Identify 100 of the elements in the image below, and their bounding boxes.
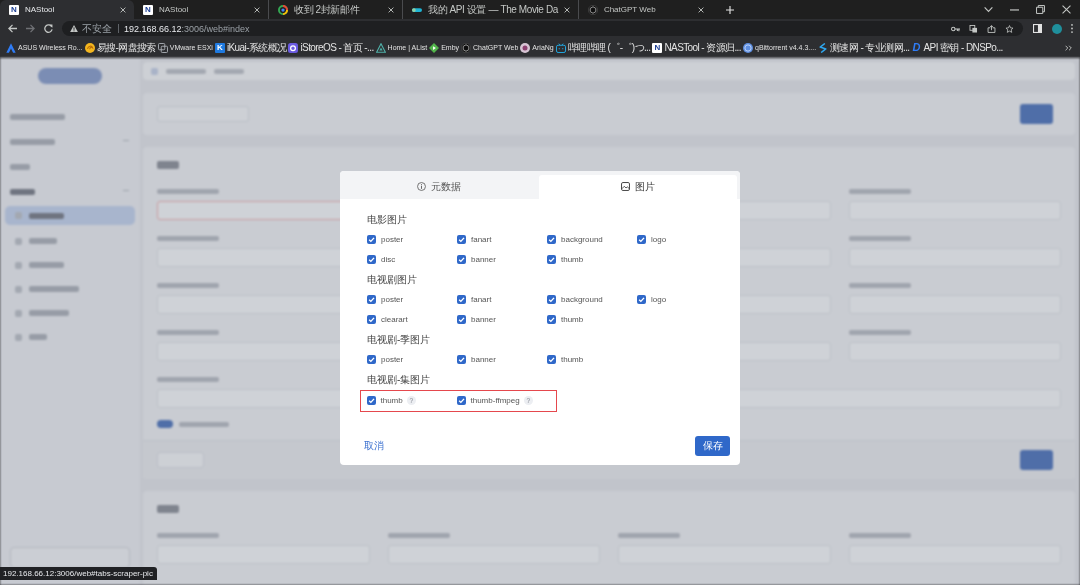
close-icon[interactable]	[1062, 5, 1071, 14]
dialog-tab[interactable]: 图片	[538, 174, 737, 199]
reload-icon[interactable]	[44, 24, 53, 33]
checkbox-label[interactable]: thumb-ffmpeg	[470, 396, 520, 405]
translate-icon[interactable]	[969, 24, 978, 33]
checkbox[interactable]	[547, 255, 556, 264]
checkbox[interactable]	[547, 315, 556, 324]
swirl-logo-icon	[84, 42, 95, 53]
checkbox-label[interactable]: banner	[471, 355, 496, 364]
close-icon[interactable]	[563, 6, 570, 13]
close-icon[interactable]	[120, 6, 126, 13]
checkbox-label[interactable]: logo	[651, 235, 667, 244]
share-icon[interactable]	[987, 24, 996, 33]
checkbox[interactable]	[547, 235, 556, 244]
bookmark[interactable]: 测速网 - 专业测网...	[817, 39, 911, 56]
url-text[interactable]: 192.168.66.12:3006/web#index	[124, 23, 250, 34]
cancel-link[interactable]: 取消	[364, 438, 384, 453]
checkbox[interactable]	[457, 255, 466, 264]
checkbox-label[interactable]: disc	[381, 255, 396, 264]
checkbox[interactable]	[637, 235, 646, 244]
star-icon[interactable]	[1005, 24, 1014, 33]
bookmark[interactable]: N NASTool - 资源归...	[651, 39, 742, 56]
double-chevron-icon[interactable]	[1065, 44, 1072, 51]
triangle-logo-icon	[375, 42, 386, 53]
checkbox-label[interactable]: poster	[381, 235, 404, 244]
bar-logo-icon	[412, 7, 422, 12]
checkbox[interactable]	[457, 235, 466, 244]
checkbox[interactable]	[367, 295, 376, 304]
checkbox-label[interactable]: logo	[651, 295, 667, 304]
dialog-tab[interactable]: 元数据	[340, 174, 539, 199]
chevron-down-icon[interactable]	[984, 5, 993, 14]
ring-tile-icon	[288, 42, 299, 53]
hexagon-logo-icon	[587, 4, 598, 15]
tv-icon	[555, 42, 566, 53]
section-title: 电视剧图片	[367, 272, 418, 287]
disc-logo-icon	[743, 42, 753, 53]
letter-logo-icon: N	[143, 4, 153, 15]
checkbox[interactable]	[457, 295, 466, 304]
chevron-logo-icon	[6, 42, 16, 53]
checkbox-label[interactable]: background	[561, 235, 603, 244]
checkbox-label[interactable]: poster	[381, 295, 404, 304]
checkbox-label[interactable]: poster	[381, 355, 404, 364]
checkbox-label[interactable]: banner	[471, 315, 496, 324]
play-logo-icon	[429, 42, 440, 53]
checkbox[interactable]	[456, 396, 466, 405]
bolt-logo-icon	[818, 42, 829, 53]
back-arrow-icon[interactable]	[8, 24, 17, 33]
section-title: 电影图片	[367, 212, 408, 227]
checkbox[interactable]	[637, 295, 646, 304]
forward-arrow-icon[interactable]	[26, 24, 35, 33]
checkbox[interactable]	[367, 235, 376, 244]
orb-logo-icon	[520, 42, 531, 53]
security-label[interactable]: 不安全	[82, 21, 112, 36]
letter-logo-icon: D	[911, 42, 922, 53]
new-tab-icon[interactable]	[725, 5, 734, 14]
checkbox-label[interactable]: thumb	[561, 315, 584, 324]
image-icon	[620, 182, 630, 191]
checkbox[interactable]	[457, 355, 466, 364]
checkbox[interactable]	[457, 315, 466, 324]
minimize-icon[interactable]	[1010, 8, 1019, 11]
close-icon[interactable]	[254, 6, 260, 13]
checkbox-label[interactable]: thumb	[380, 396, 403, 405]
checkbox[interactable]	[547, 355, 556, 364]
checkbox-label[interactable]: thumb	[561, 355, 584, 364]
checkbox-label[interactable]: fanart	[471, 295, 492, 304]
bookmark[interactable]: iStoreOS - 首页 -...	[287, 39, 375, 56]
key-icon[interactable]	[951, 24, 960, 33]
ring-logo-icon	[278, 4, 288, 15]
close-icon[interactable]	[388, 6, 394, 13]
bookmark[interactable]: D API 密钥 - DNSPo...	[910, 39, 1004, 56]
restore-icon[interactable]	[1036, 5, 1045, 14]
bookmark[interactable]: 哔哩哔哩 (゜-゜)つ...	[554, 39, 652, 56]
close-icon[interactable]	[697, 6, 704, 13]
bookmark[interactable]: 易搜-网盘搜索	[83, 39, 157, 56]
avatar-icon[interactable]	[1052, 23, 1062, 34]
bookmark[interactable]: K iKuai-系统概况	[213, 39, 288, 56]
letter-logo-icon: N	[9, 4, 19, 15]
save-button[interactable]: 保存	[695, 435, 730, 456]
checkbox-label[interactable]: fanart	[471, 235, 492, 244]
checkbox[interactable]	[547, 295, 556, 304]
address-bar[interactable]: 不安全 192.168.66.12:3006/web#index	[62, 21, 1023, 36]
checkbox[interactable]	[367, 255, 376, 264]
squares-logo-icon	[157, 42, 168, 53]
checkbox[interactable]	[366, 396, 376, 405]
info-icon	[417, 182, 427, 191]
checkbox-label[interactable]: background	[561, 295, 603, 304]
status-url-tooltip: 192.168.66.12:3006/web#tabs-scraper-pic	[0, 567, 157, 580]
hexagon-logo-icon	[461, 42, 472, 53]
browser-tab[interactable]: N NAStool	[134, 0, 268, 19]
browser-tab[interactable]: N NAStool	[0, 0, 134, 19]
checkbox-label[interactable]: thumb	[561, 255, 584, 264]
checkbox-label[interactable]: banner	[471, 255, 496, 264]
letter-logo-icon: N	[652, 42, 663, 53]
checkbox[interactable]	[367, 355, 376, 364]
letter-tile-icon: K	[214, 42, 225, 53]
section-title: 电视剧-集图片	[367, 372, 432, 387]
side-panel-icon[interactable]	[1033, 24, 1042, 33]
checkbox[interactable]	[367, 315, 376, 324]
warning-icon[interactable]	[70, 25, 78, 32]
checkbox-label[interactable]: clearart	[381, 315, 408, 324]
